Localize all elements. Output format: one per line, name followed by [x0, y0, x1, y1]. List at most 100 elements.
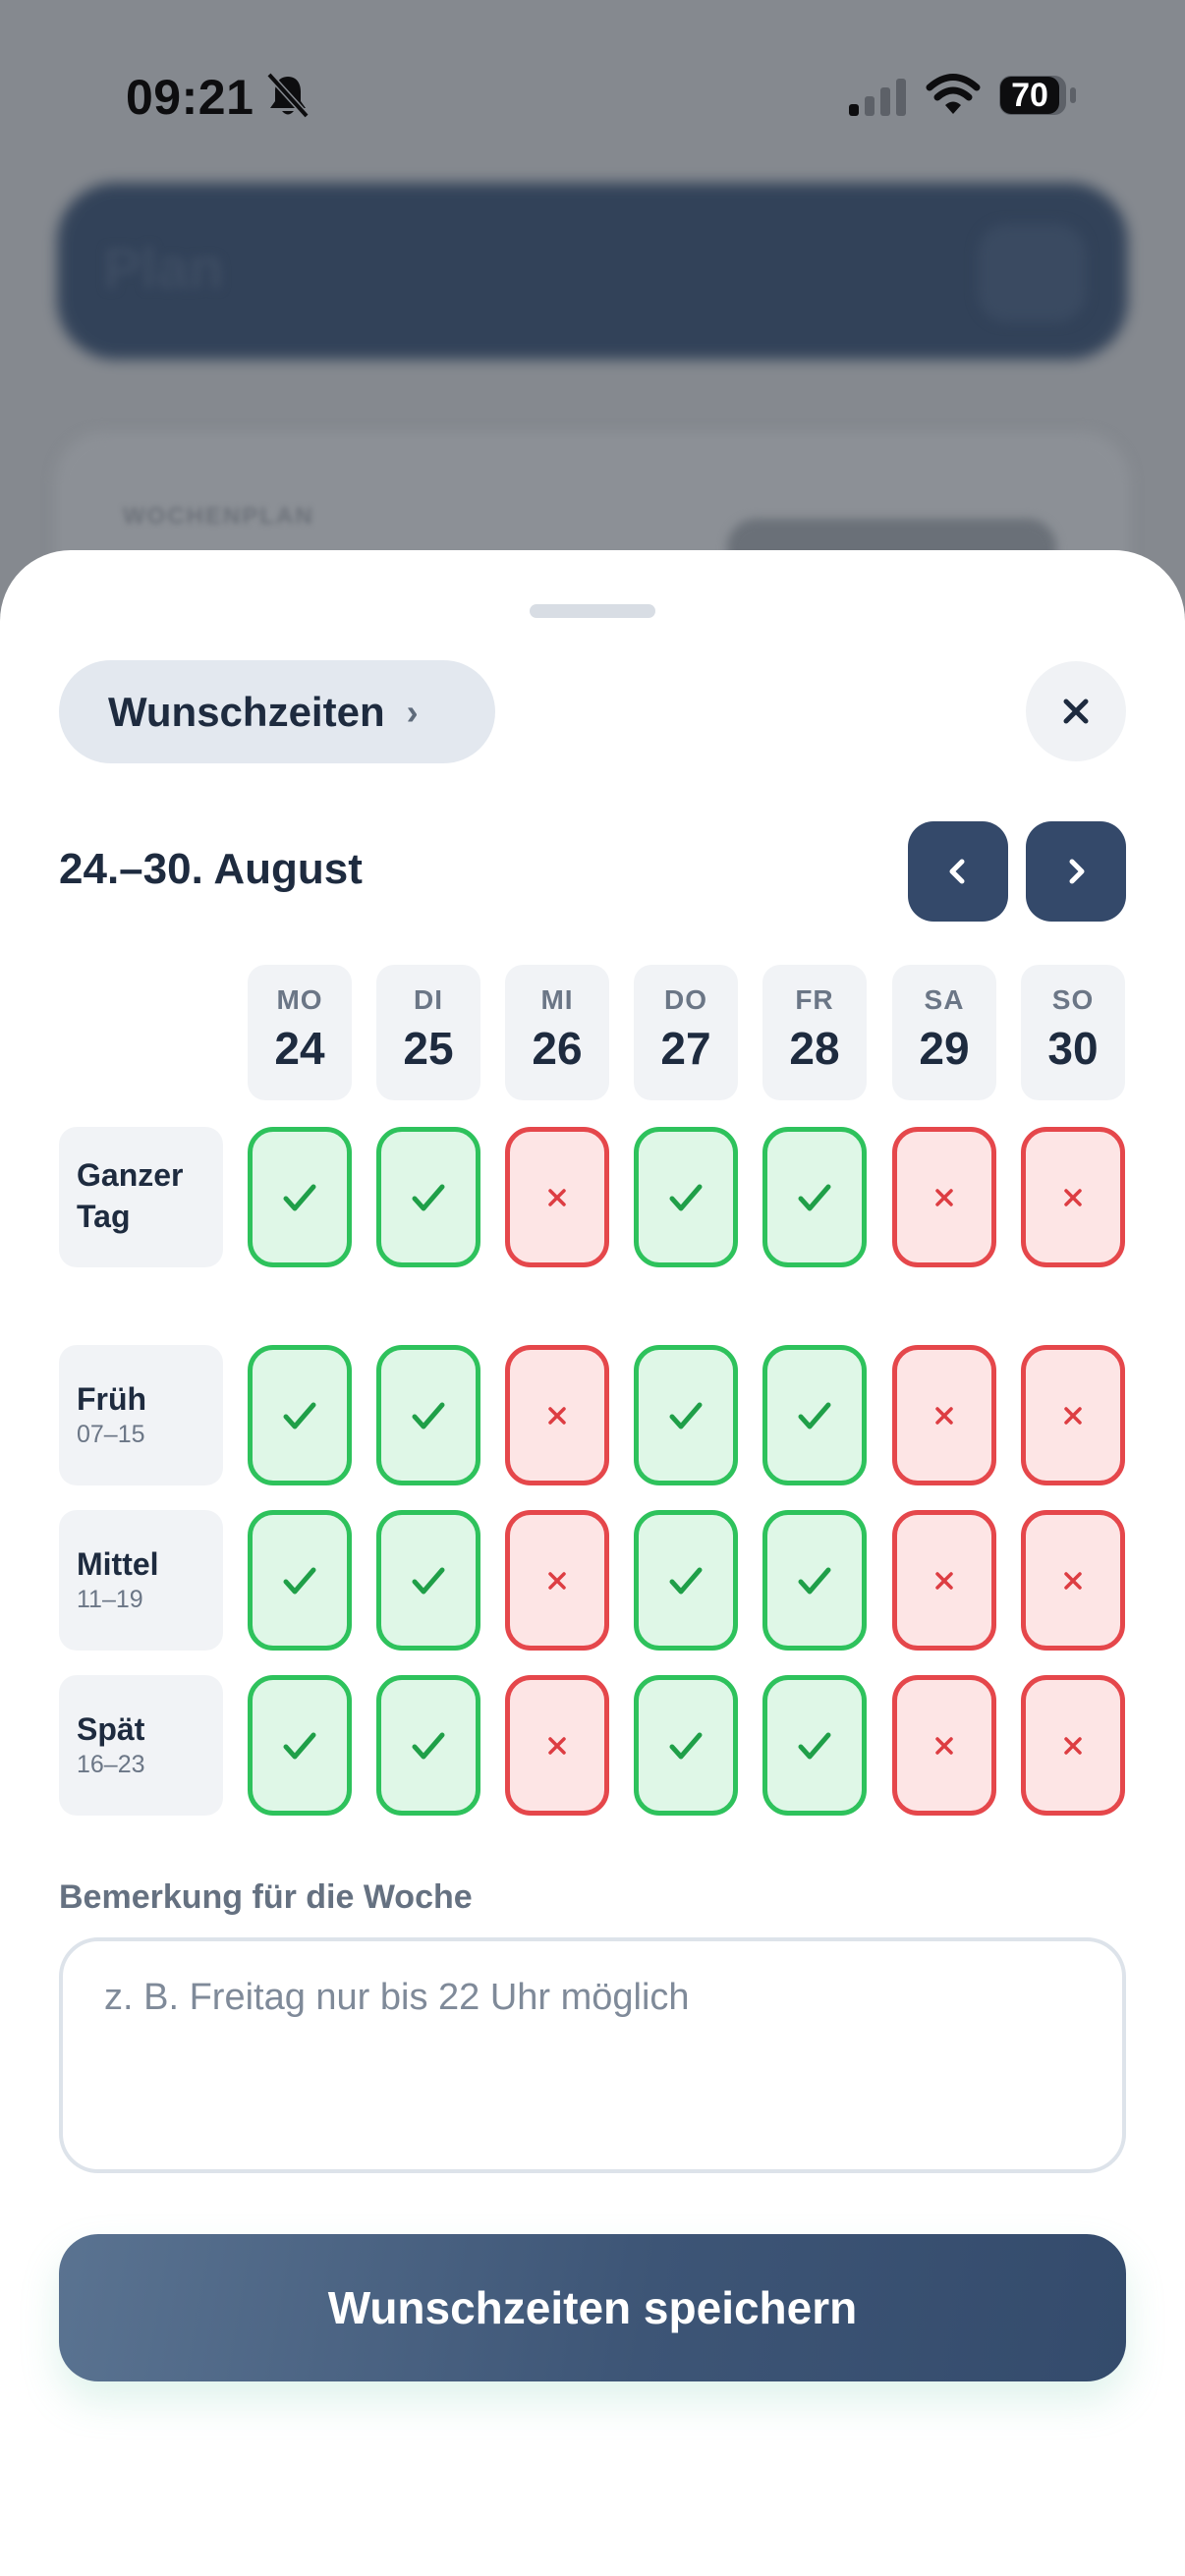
status-time: 09:21 [126, 70, 254, 125]
day-header: MO 24 [248, 965, 352, 1100]
row-label: Früh 07–15 [59, 1345, 223, 1485]
previous-week-button[interactable] [908, 821, 1008, 922]
available-cell-fr[interactable] [762, 1127, 867, 1267]
day-header: MI 26 [505, 965, 609, 1100]
day-header: DO 27 [634, 965, 738, 1100]
row-label: Mittel 11–19 [59, 1510, 223, 1651]
unavailable-cell-mi[interactable] [505, 1127, 609, 1267]
available-cell-fr[interactable] [762, 1675, 867, 1816]
battery-level: 70 [1000, 77, 1059, 114]
unavailable-cell-sa[interactable] [892, 1127, 996, 1267]
cross-icon [932, 1404, 956, 1428]
cross-icon [545, 1569, 569, 1593]
checkmark-icon [795, 1726, 834, 1765]
bell-slash-icon [266, 72, 310, 119]
unavailable-cell-so[interactable] [1021, 1345, 1125, 1485]
pill-label: Wunschzeiten [108, 688, 385, 735]
checkmark-icon [795, 1396, 834, 1435]
close-icon [1063, 699, 1089, 724]
available-cell-mo[interactable] [248, 1510, 352, 1651]
row-label: Spät 16–23 [59, 1675, 223, 1816]
available-cell-di[interactable] [376, 1675, 480, 1816]
day-abbr: FR [795, 984, 834, 1015]
chevron-right-icon: › [406, 691, 419, 732]
signal-icon [849, 79, 906, 116]
day-abbr: SO [1051, 984, 1095, 1015]
next-week-button[interactable] [1026, 821, 1126, 922]
row-label: Ganzer Tag [59, 1127, 223, 1267]
cross-icon [545, 1186, 569, 1209]
checkmark-icon [666, 1396, 705, 1435]
available-cell-di[interactable] [376, 1510, 480, 1651]
day-abbr: DI [414, 984, 443, 1015]
cross-icon [545, 1734, 569, 1758]
note-label: Bemerkung für die Woche [59, 1878, 473, 1916]
background-card-label: WOCHENPLAN [123, 503, 314, 530]
background-header-title: Plan [103, 237, 224, 301]
cross-icon [932, 1186, 956, 1209]
cross-icon [1061, 1186, 1085, 1209]
row-time: 11–19 [77, 1586, 143, 1613]
row-name: Spät [77, 1711, 145, 1747]
unavailable-cell-mi[interactable] [505, 1510, 609, 1651]
checkmark-icon [280, 1561, 319, 1600]
cross-icon [1061, 1404, 1085, 1428]
wifi-icon [926, 74, 981, 114]
day-header: DI 25 [376, 965, 480, 1100]
available-cell-do[interactable] [634, 1345, 738, 1485]
available-cell-di[interactable] [376, 1345, 480, 1485]
note-input[interactable] [59, 1937, 1126, 2173]
available-cell-do[interactable] [634, 1675, 738, 1816]
available-cell-mo[interactable] [248, 1345, 352, 1485]
day-abbr: SA [924, 984, 965, 1015]
day-number: 24 [274, 1023, 325, 1074]
cross-icon [1061, 1734, 1085, 1758]
checkmark-icon [280, 1396, 319, 1435]
unavailable-cell-so[interactable] [1021, 1510, 1125, 1651]
sheet-grabber[interactable] [530, 604, 655, 618]
available-cell-di[interactable] [376, 1127, 480, 1267]
unavailable-cell-sa[interactable] [892, 1510, 996, 1651]
day-number: 26 [532, 1023, 583, 1074]
checkmark-icon [666, 1178, 705, 1217]
checkmark-icon [409, 1396, 448, 1435]
chevron-right-icon [1069, 859, 1085, 884]
cross-icon [545, 1404, 569, 1428]
unavailable-cell-sa[interactable] [892, 1675, 996, 1816]
checkmark-icon [666, 1561, 705, 1600]
checkmark-icon [666, 1726, 705, 1765]
available-cell-do[interactable] [634, 1510, 738, 1651]
checkmark-icon [409, 1178, 448, 1217]
unavailable-cell-mi[interactable] [505, 1345, 609, 1485]
day-number: 28 [789, 1023, 840, 1074]
day-number: 29 [919, 1023, 970, 1074]
save-button[interactable]: Wunschzeiten speichern [59, 2234, 1126, 2381]
checkmark-icon [795, 1178, 834, 1217]
unavailable-cell-so[interactable] [1021, 1675, 1125, 1816]
cross-icon [932, 1734, 956, 1758]
day-number: 25 [403, 1023, 454, 1074]
day-header: SA 29 [892, 965, 996, 1100]
available-cell-mo[interactable] [248, 1127, 352, 1267]
day-abbr: MI [540, 984, 574, 1015]
wunschzeiten-pill[interactable]: Wunschzeiten › [59, 660, 495, 763]
close-button[interactable] [1026, 661, 1126, 761]
status-bar: 09:21 70 [0, 0, 1185, 187]
row-name: Mittel [77, 1546, 159, 1582]
unavailable-cell-sa[interactable] [892, 1345, 996, 1485]
checkmark-icon [409, 1561, 448, 1600]
unavailable-cell-so[interactable] [1021, 1127, 1125, 1267]
day-abbr: MO [276, 984, 323, 1015]
available-cell-fr[interactable] [762, 1510, 867, 1651]
checkmark-icon [795, 1561, 834, 1600]
available-cell-fr[interactable] [762, 1345, 867, 1485]
unavailable-cell-mi[interactable] [505, 1675, 609, 1816]
day-number: 30 [1047, 1023, 1099, 1074]
available-cell-mo[interactable] [248, 1675, 352, 1816]
checkmark-icon [409, 1726, 448, 1765]
available-cell-do[interactable] [634, 1127, 738, 1267]
checkmark-icon [280, 1178, 319, 1217]
row-time: 16–23 [77, 1751, 145, 1778]
checkmark-icon [280, 1726, 319, 1765]
background-header-button [978, 224, 1086, 322]
